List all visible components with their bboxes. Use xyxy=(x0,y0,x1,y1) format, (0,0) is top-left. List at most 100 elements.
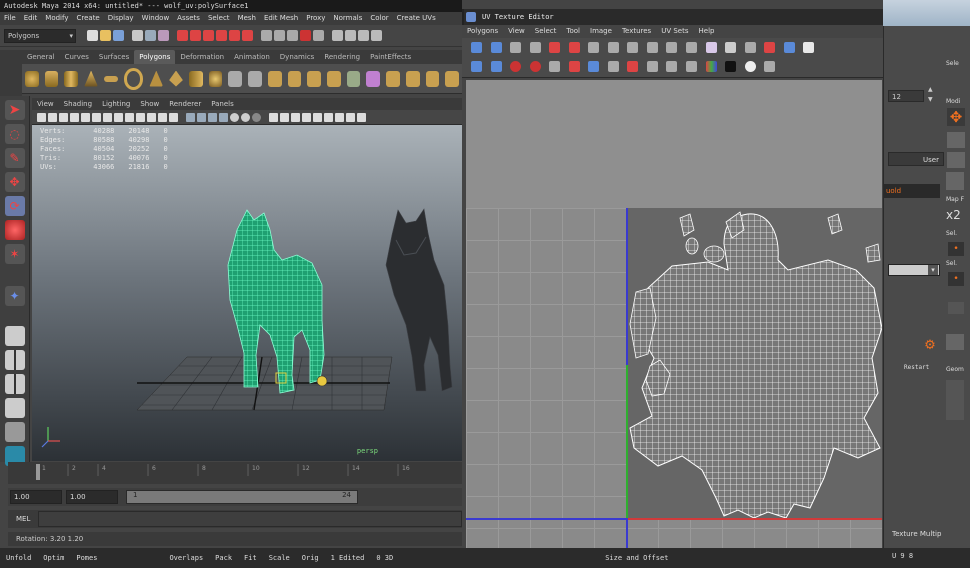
uv-zero-one-space[interactable] xyxy=(628,208,882,520)
menu-edit-mesh[interactable]: Edit Mesh xyxy=(260,12,302,25)
render-frame-icon[interactable] xyxy=(287,30,298,41)
menu-mesh[interactable]: Mesh xyxy=(234,12,260,25)
uv-checker-icon[interactable] xyxy=(803,42,815,53)
bridge-icon[interactable] xyxy=(287,70,302,87)
bookmark-icon[interactable] xyxy=(59,112,68,122)
menu-color[interactable]: Color xyxy=(366,12,392,25)
overlaps-button[interactable]: Overlaps xyxy=(163,554,209,562)
menu-display[interactable]: Display xyxy=(104,12,138,25)
snap-point-icon[interactable] xyxy=(216,30,227,41)
uv-alpha-icon[interactable] xyxy=(725,61,737,72)
resolution-gate-icon[interactable] xyxy=(103,112,112,122)
playback-start-field[interactable]: 1.00 xyxy=(66,490,118,504)
xray-active-icon[interactable] xyxy=(280,112,289,122)
uv-menu-image[interactable]: Image xyxy=(585,25,617,38)
uv-normalize-icon[interactable] xyxy=(588,61,600,72)
film-gate-icon[interactable] xyxy=(92,112,101,122)
shelf-options[interactable] xyxy=(0,50,22,96)
uv-rgb-channels-icon[interactable] xyxy=(705,61,717,72)
lasso-tool-icon[interactable]: ◌ xyxy=(4,124,25,144)
cylindrical-map-icon[interactable] xyxy=(405,70,420,87)
menu-window[interactable]: Window xyxy=(138,12,174,25)
fit-button[interactable]: Fit xyxy=(238,554,263,562)
panel-tool-icon-6[interactable] xyxy=(946,380,964,420)
uv-select-shell-icon[interactable] xyxy=(627,61,639,72)
uv-cut-icon[interactable] xyxy=(549,42,561,53)
shelf-tab-deformation[interactable]: Deformation xyxy=(175,50,229,64)
uold-field[interactable]: uold xyxy=(884,184,940,198)
unfold-button[interactable]: Unfold xyxy=(0,554,37,562)
subdiv-proxy-icon[interactable] xyxy=(366,70,381,87)
select-component-icon[interactable] xyxy=(158,30,169,41)
select-object-icon[interactable] xyxy=(145,30,156,41)
move-gizmo-icon[interactable]: ✥ xyxy=(947,108,965,126)
uv-select-icon[interactable] xyxy=(471,61,482,72)
uv-dim-icon[interactable] xyxy=(744,42,756,53)
field-chart-icon[interactable] xyxy=(125,112,134,122)
uv-rotate-cw-icon[interactable] xyxy=(529,42,541,53)
menu-assets[interactable]: Assets xyxy=(173,12,204,25)
wireframe-icon[interactable] xyxy=(186,112,195,122)
poly-pipe-icon[interactable] xyxy=(188,70,203,87)
uv-smudge-icon[interactable] xyxy=(568,61,580,72)
uv-snap-icon[interactable] xyxy=(666,42,678,53)
poly-cube-icon[interactable] xyxy=(44,70,59,87)
paint-select-icon[interactable]: ✎ xyxy=(4,148,25,168)
save-scene-icon[interactable] xyxy=(113,30,124,41)
scale-button[interactable]: Scale xyxy=(263,554,296,562)
hud-toggle-icon[interactable] xyxy=(313,112,322,122)
optimize-button[interactable]: Optim xyxy=(37,554,70,562)
spherical-map-icon[interactable] xyxy=(425,70,440,87)
poly-sphere-icon[interactable] xyxy=(25,70,39,87)
merge-icon[interactable] xyxy=(327,70,341,87)
uv-unfold-icon[interactable] xyxy=(529,61,541,72)
history-icon[interactable] xyxy=(261,30,272,41)
snap-grid-icon[interactable] xyxy=(190,30,201,41)
uv-upper-region[interactable] xyxy=(466,80,882,208)
outliner-layout-icon[interactable] xyxy=(4,398,25,418)
toggle-panel-icon-2[interactable] xyxy=(345,30,356,41)
uv-rotate-ccw-icon[interactable] xyxy=(510,42,522,53)
dot-icon[interactable]: • xyxy=(948,272,964,286)
pack-button[interactable]: Pack xyxy=(209,554,238,562)
uv-flip-v-icon[interactable] xyxy=(490,42,502,53)
value-field[interactable]: 12 xyxy=(888,90,924,102)
uv-shaded-icon[interactable] xyxy=(764,42,776,53)
select-tool-icon[interactable]: ➤ xyxy=(4,100,25,120)
sync-icon[interactable] xyxy=(158,112,167,122)
menu-normals[interactable]: Normals xyxy=(329,12,366,25)
shelf-tab-dynamics[interactable]: Dynamics xyxy=(275,50,320,64)
uv-menu-help[interactable]: Help xyxy=(694,25,720,38)
panel-tool-icon-5[interactable] xyxy=(946,334,964,350)
uv-menu-polygons[interactable]: Polygons xyxy=(462,25,503,38)
poly-cylinder-icon[interactable] xyxy=(64,70,79,87)
uv-menu-textures[interactable]: Textures xyxy=(617,25,656,38)
smooth-icon[interactable] xyxy=(346,70,361,87)
panel-menu-show[interactable]: Show xyxy=(135,98,164,110)
shelf-tab-rendering[interactable]: Rendering xyxy=(319,50,365,64)
panel-tool-icon-1[interactable] xyxy=(947,132,965,148)
poly-plane-icon[interactable] xyxy=(103,75,118,82)
panel-tool-icon-2[interactable] xyxy=(947,152,965,168)
gate-mask-icon[interactable] xyxy=(114,112,123,122)
camera-select-icon[interactable] xyxy=(37,112,46,122)
poly-pyramid-icon[interactable] xyxy=(169,70,183,87)
menu-modify[interactable]: Modify xyxy=(41,12,72,25)
uv-flip-u-icon[interactable] xyxy=(471,42,482,53)
combine-icon[interactable] xyxy=(228,70,243,87)
rotate-manipulator[interactable] xyxy=(316,375,328,387)
panel-menu-shading[interactable]: Shading xyxy=(59,98,97,110)
single-pane-layout-icon[interactable] xyxy=(4,326,25,346)
uv-menu-view[interactable]: View xyxy=(503,25,530,38)
uv-straighten-icon[interactable] xyxy=(686,42,698,53)
uv-image-icon[interactable] xyxy=(705,42,717,53)
safe-title-icon[interactable] xyxy=(147,112,156,122)
ipr-render-icon[interactable] xyxy=(300,30,311,41)
uv-menu-tool[interactable]: Tool xyxy=(561,25,585,38)
snap-plane-icon[interactable] xyxy=(229,30,240,41)
shelf-tab-general[interactable]: General xyxy=(22,50,60,64)
camera-attributes-icon[interactable] xyxy=(48,112,57,122)
toggle-panel-icon-1[interactable] xyxy=(332,30,343,41)
construction-icon[interactable] xyxy=(274,30,285,41)
snap-surface-icon[interactable] xyxy=(242,30,253,41)
